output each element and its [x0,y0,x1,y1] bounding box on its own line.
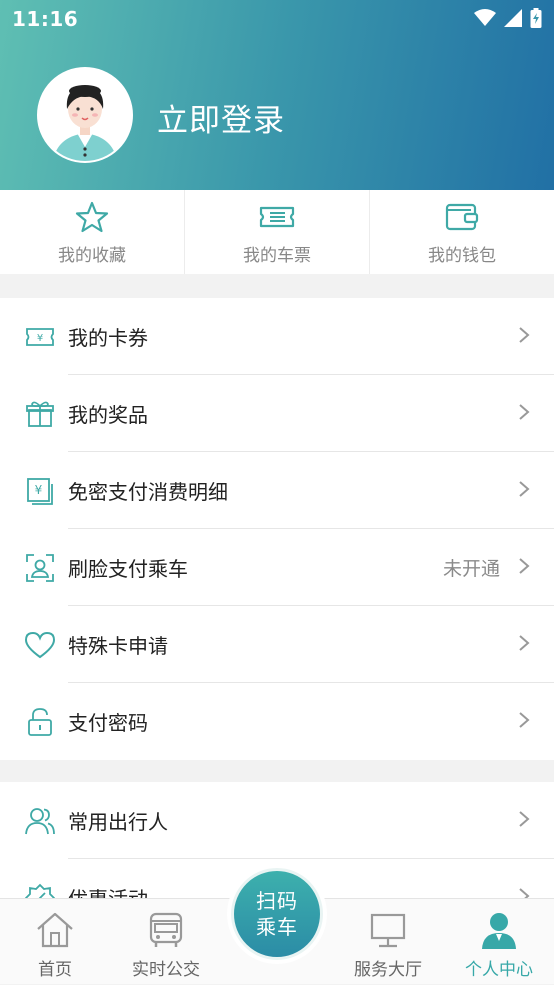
status-time: 11:16 [12,7,79,31]
menu-label: 免密支付消费明细 [68,480,228,504]
menu-item-password-free-bill[interactable]: ¥ 免密支付消费明细 [0,452,554,529]
home-icon [35,909,75,949]
gift-icon [24,398,56,430]
monitor-icon [368,909,408,949]
face-scan-icon [24,552,56,584]
heart-icon [24,629,56,661]
svg-text:¥: ¥ [37,333,43,344]
menu-label: 特殊卡申请 [68,634,168,658]
wifi-icon [474,9,496,26]
nav-label: 首页 [38,960,72,980]
menu-label: 我的卡券 [68,326,148,350]
menu-item-coupons[interactable]: ¥ 我的卡券 [0,298,554,375]
wallet-icon [445,203,479,231]
quick-label: 我的车票 [243,246,311,266]
chevron-right-icon [518,634,530,656]
menu-item-face-pay[interactable]: 刷脸支付乘车 未开通 [0,529,554,606]
quick-item-favorites[interactable]: 我的收藏 [0,190,184,274]
scan-label-line2: 乘车 [256,915,298,939]
chevron-right-icon [518,711,530,733]
ticket-icon [259,206,295,228]
nav-home[interactable]: 首页 [0,899,110,985]
nav-personal-center[interactable]: 个人中心 [444,899,554,985]
menu-label: 优惠活动 [68,883,148,898]
battery-icon [530,8,542,28]
quick-label: 我的钱包 [428,246,496,266]
chevron-right-icon [518,326,530,348]
menu-label: 常用出行人 [68,810,168,834]
scan-ride-button[interactable]: 扫码 乘车 [227,864,327,964]
coupon-icon: ¥ [24,321,56,353]
status-icons [474,8,542,28]
travelers-icon [24,805,56,837]
lock-icon [24,706,56,738]
chevron-right-icon [518,557,530,579]
nav-label: 实时公交 [132,960,200,980]
scan-label-line1: 扫码 [256,889,298,913]
chevron-right-icon [518,480,530,502]
status-value: 未开通 [442,558,500,580]
person-icon [479,909,519,949]
menu-label: 支付密码 [68,711,148,735]
signal-icon [504,9,522,27]
bill-icon: ¥ [24,475,56,507]
quick-actions: 我的收藏 我的车票 我的钱包 [0,190,554,274]
nav-label: 服务大厅 [354,960,422,980]
menu-item-special-card[interactable]: 特殊卡申请 [0,606,554,683]
menu-item-pay-password[interactable]: 支付密码 [0,683,554,760]
quick-item-wallet[interactable]: 我的钱包 [369,190,554,274]
star-icon [75,201,109,233]
nav-label: 个人中心 [465,960,533,980]
menu-item-travelers[interactable]: 常用出行人 [0,782,554,859]
menu-label: 刷脸支付乘车 [68,557,188,581]
nav-service-hall[interactable]: 服务大厅 [333,899,443,985]
quick-item-tickets[interactable]: 我的车票 [184,190,369,274]
nav-realtime-bus[interactable]: 实时公交 [111,899,221,985]
menu-section-main: ¥ 我的卡券 我的奖品 ¥ 免密支付消费明细 刷脸支付乘车 未开通 特殊卡申请 … [0,298,554,760]
login-link[interactable]: 立即登录 [157,95,285,140]
chevron-right-icon [518,810,530,832]
chevron-right-icon [518,887,530,898]
bus-icon [146,909,186,949]
menu-item-prizes[interactable]: 我的奖品 [0,375,554,452]
chevron-right-icon [518,403,530,425]
status-bar: 11:16 [0,0,554,38]
user-avatar-icon [39,69,131,161]
scan-ride-circle: 扫码 乘车 [231,868,323,960]
quick-label: 我的收藏 [58,246,126,266]
promotion-icon [24,882,56,898]
menu-label: 我的奖品 [68,403,148,427]
avatar[interactable] [37,67,133,163]
profile-header: 11:16 立即登录 [0,0,554,190]
svg-text:¥: ¥ [35,483,43,497]
